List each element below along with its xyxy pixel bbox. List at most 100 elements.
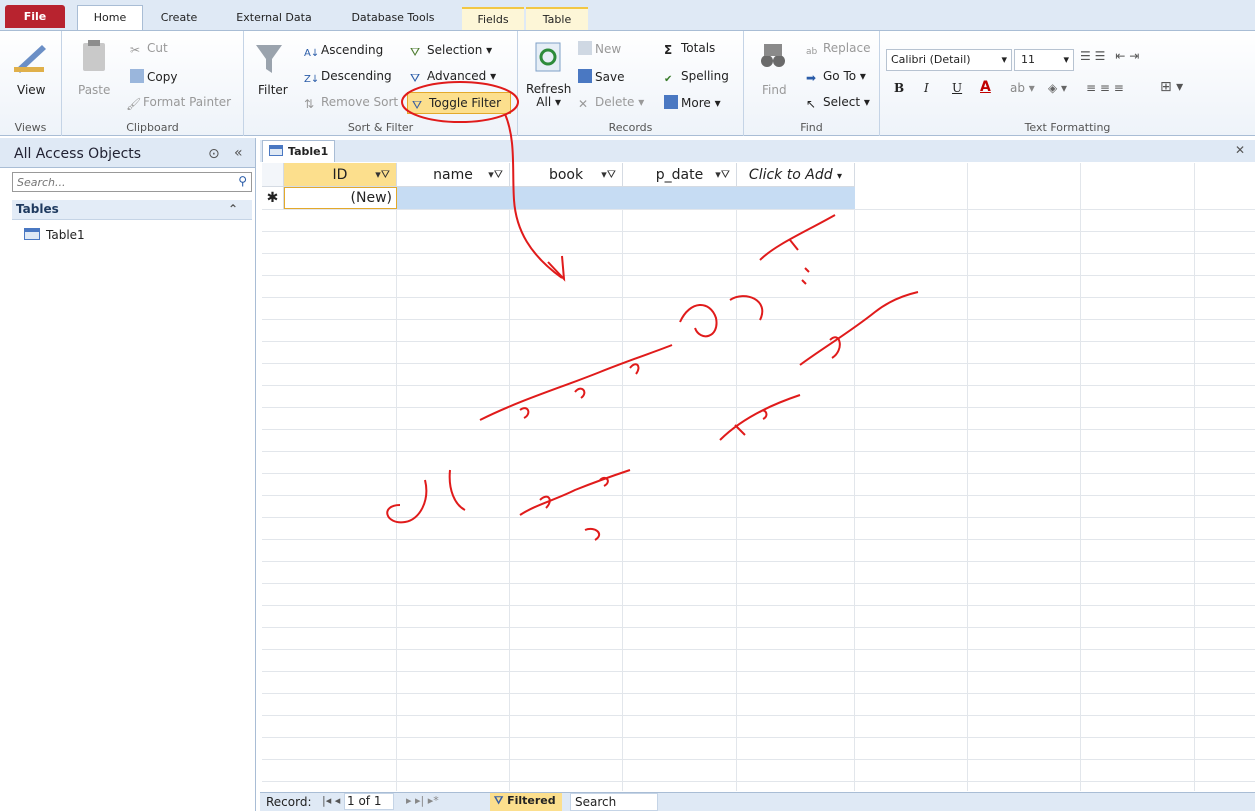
clipboard-group-label: Clipboard — [126, 121, 179, 134]
nav-pane-header[interactable]: All Access Objects ⊙ « — [0, 138, 255, 168]
nav-item-table1[interactable]: Table1 — [24, 228, 85, 242]
select-label: Select — [823, 95, 861, 109]
filter-icon[interactable]: ▾⛛ — [601, 163, 616, 187]
design-view-icon — [14, 45, 46, 73]
ribbon-tab-bar: File Home Create External Data Database … — [0, 0, 1255, 31]
new-record-button[interactable]: New — [578, 41, 621, 56]
bold-button[interactable]: B — [894, 81, 904, 95]
save-icon — [578, 69, 592, 83]
font-size-select[interactable]: 11 ▾ — [1014, 49, 1074, 71]
copy-label: Copy — [147, 70, 178, 84]
nav-search-input[interactable] — [13, 173, 223, 191]
remove-sort-label: Remove Sort — [321, 95, 399, 109]
selection-button[interactable]: ⛛ Selection ▾ — [410, 43, 492, 59]
new-record-icon — [578, 41, 592, 55]
format-painter-button[interactable]: 🖌 Format Painter — [126, 95, 231, 111]
replace-label: Replace — [823, 41, 871, 55]
binoculars-icon[interactable] — [760, 41, 786, 74]
select-button[interactable]: ↖ Select ▾ — [806, 95, 870, 111]
ascending-button[interactable]: A↓ Ascending — [304, 43, 383, 62]
filter-icon[interactable]: ▾⛛ — [375, 163, 390, 187]
tab-file[interactable]: File — [5, 5, 65, 28]
delete-button[interactable]: ✕ Delete ▾ — [578, 95, 644, 111]
column-header-click-to-add[interactable]: Click to Add ▾ — [737, 163, 855, 187]
bullets-icon: ☰ ☰ — [1080, 49, 1106, 63]
search-icon[interactable]: ⚲ — [238, 174, 247, 188]
collapse-pane-icon[interactable]: « — [234, 145, 243, 161]
new-row-selector[interactable]: ✱ — [262, 187, 284, 209]
paste-icon[interactable] — [80, 39, 108, 76]
cut-button[interactable]: ✂ Cut — [130, 41, 168, 57]
totals-button[interactable]: Σ Totals — [664, 41, 715, 57]
font-color-button[interactable]: A — [980, 79, 991, 95]
tab-database-tools[interactable]: Database Tools — [340, 7, 446, 30]
scissors-icon: ✂ — [130, 43, 141, 57]
select-all-corner[interactable] — [262, 163, 284, 187]
find-button[interactable]: Find — [762, 83, 787, 97]
tab-external-data[interactable]: External Data — [222, 7, 326, 30]
ribbon: View Views Paste ✂ Cut Copy 🖌 Format Paint… — [0, 30, 1255, 136]
gridlines-button[interactable]: ⊞ ▾ — [1160, 79, 1183, 95]
new-row-value: (New) — [350, 190, 392, 206]
next-record-button[interactable]: ▸ ▸| ▸* — [406, 794, 439, 807]
record-number-field[interactable]: 1 of 1 — [344, 793, 394, 810]
chevron-down-icon: ▾ — [837, 171, 843, 182]
tables-group-header[interactable]: Tables ⌃ — [12, 200, 252, 220]
more-button[interactable]: More ▾ — [664, 95, 721, 110]
selection-label: Selection — [427, 43, 483, 57]
tab-table[interactable]: Table — [526, 7, 588, 30]
fill-color-button[interactable]: ◈ ▾ — [1048, 81, 1067, 95]
descending-button[interactable]: Z↓ Descending — [304, 69, 392, 88]
filter-button[interactable]: Filter — [258, 83, 288, 97]
replace-button[interactable]: ab Replace — [806, 41, 870, 61]
sigma-icon: Σ — [664, 43, 673, 57]
refresh-icon[interactable] — [534, 41, 562, 76]
tab-table1[interactable]: Table1 — [262, 140, 335, 162]
list-buttons[interactable]: ☰ ☰ ⇤ ⇥ — [1080, 49, 1139, 63]
refresh-all-button[interactable]: Refresh All ▾ — [526, 83, 571, 109]
spelling-button[interactable]: ✔ Spelling — [664, 69, 729, 88]
filter-icon[interactable] — [254, 43, 284, 80]
column-header-book[interactable]: book ▾⛛ — [510, 163, 623, 187]
save-button[interactable]: Save — [578, 69, 624, 84]
tab-create[interactable]: Create — [150, 7, 208, 30]
align-buttons[interactable]: ≡ ≡ ≡ — [1086, 81, 1124, 95]
remove-sort-button[interactable]: ⇅ Remove Sort — [304, 95, 398, 111]
advanced-button[interactable]: ⛛ Advanced ▾ — [410, 69, 496, 85]
column-header-id[interactable]: ID ▾⛛ — [284, 163, 397, 187]
chevron-circle-icon[interactable]: ⊙ — [208, 146, 220, 162]
status-search-field[interactable]: Search — [570, 793, 658, 811]
collapse-group-icon[interactable]: ⌃ — [228, 202, 238, 216]
italic-button[interactable]: I — [924, 81, 929, 95]
first-record-button[interactable]: |◂ ◂ — [322, 794, 340, 807]
tab-fields[interactable]: Fields — [462, 7, 524, 30]
close-icon[interactable]: ✕ — [1235, 143, 1245, 157]
align-center-icon: ≡ — [1099, 81, 1110, 95]
filter-icon[interactable]: ▾⛛ — [488, 163, 503, 187]
font-name-select[interactable]: Calibri (Detail) ▾ — [886, 49, 1012, 71]
new-row-cells[interactable] — [397, 187, 855, 209]
tab-home[interactable]: Home — [77, 5, 143, 31]
replace-icon: ab — [806, 47, 818, 57]
toggle-filter-button[interactable]: ⛛ Toggle Filter — [407, 92, 511, 114]
copy-button[interactable]: Copy — [130, 69, 177, 84]
paste-button[interactable]: Paste — [78, 83, 110, 97]
highlight-button[interactable]: ab ▾ — [1010, 81, 1035, 95]
spelling-check-icon: ✔ — [664, 74, 673, 85]
cut-label: Cut — [147, 41, 168, 55]
sort-descending-icon: Z↓ — [304, 74, 320, 85]
column-header-p-date[interactable]: p_date ▾⛛ — [623, 163, 737, 187]
chevron-down-icon: ▾ — [1001, 53, 1007, 66]
underline-button[interactable]: U — [952, 81, 962, 95]
goto-button[interactable]: ➡ Go To ▾ — [806, 69, 866, 85]
filter-icon: ⛛ — [494, 794, 504, 807]
filtered-toggle[interactable]: ⛛ Filtered — [490, 793, 562, 811]
filter-icon[interactable]: ▾⛛ — [715, 163, 730, 187]
find-group: Find ab Replace ➡ Go To ▾ ↖ Select ▾ Find — [744, 31, 880, 136]
name-header-label: name — [433, 167, 473, 183]
column-header-name[interactable]: name ▾⛛ — [397, 163, 510, 187]
new-row-id-cell[interactable]: (New) — [284, 187, 397, 209]
format-painter-label: Format Painter — [143, 95, 232, 109]
record-label: Record: — [266, 795, 312, 809]
view-button[interactable] — [12, 39, 50, 78]
